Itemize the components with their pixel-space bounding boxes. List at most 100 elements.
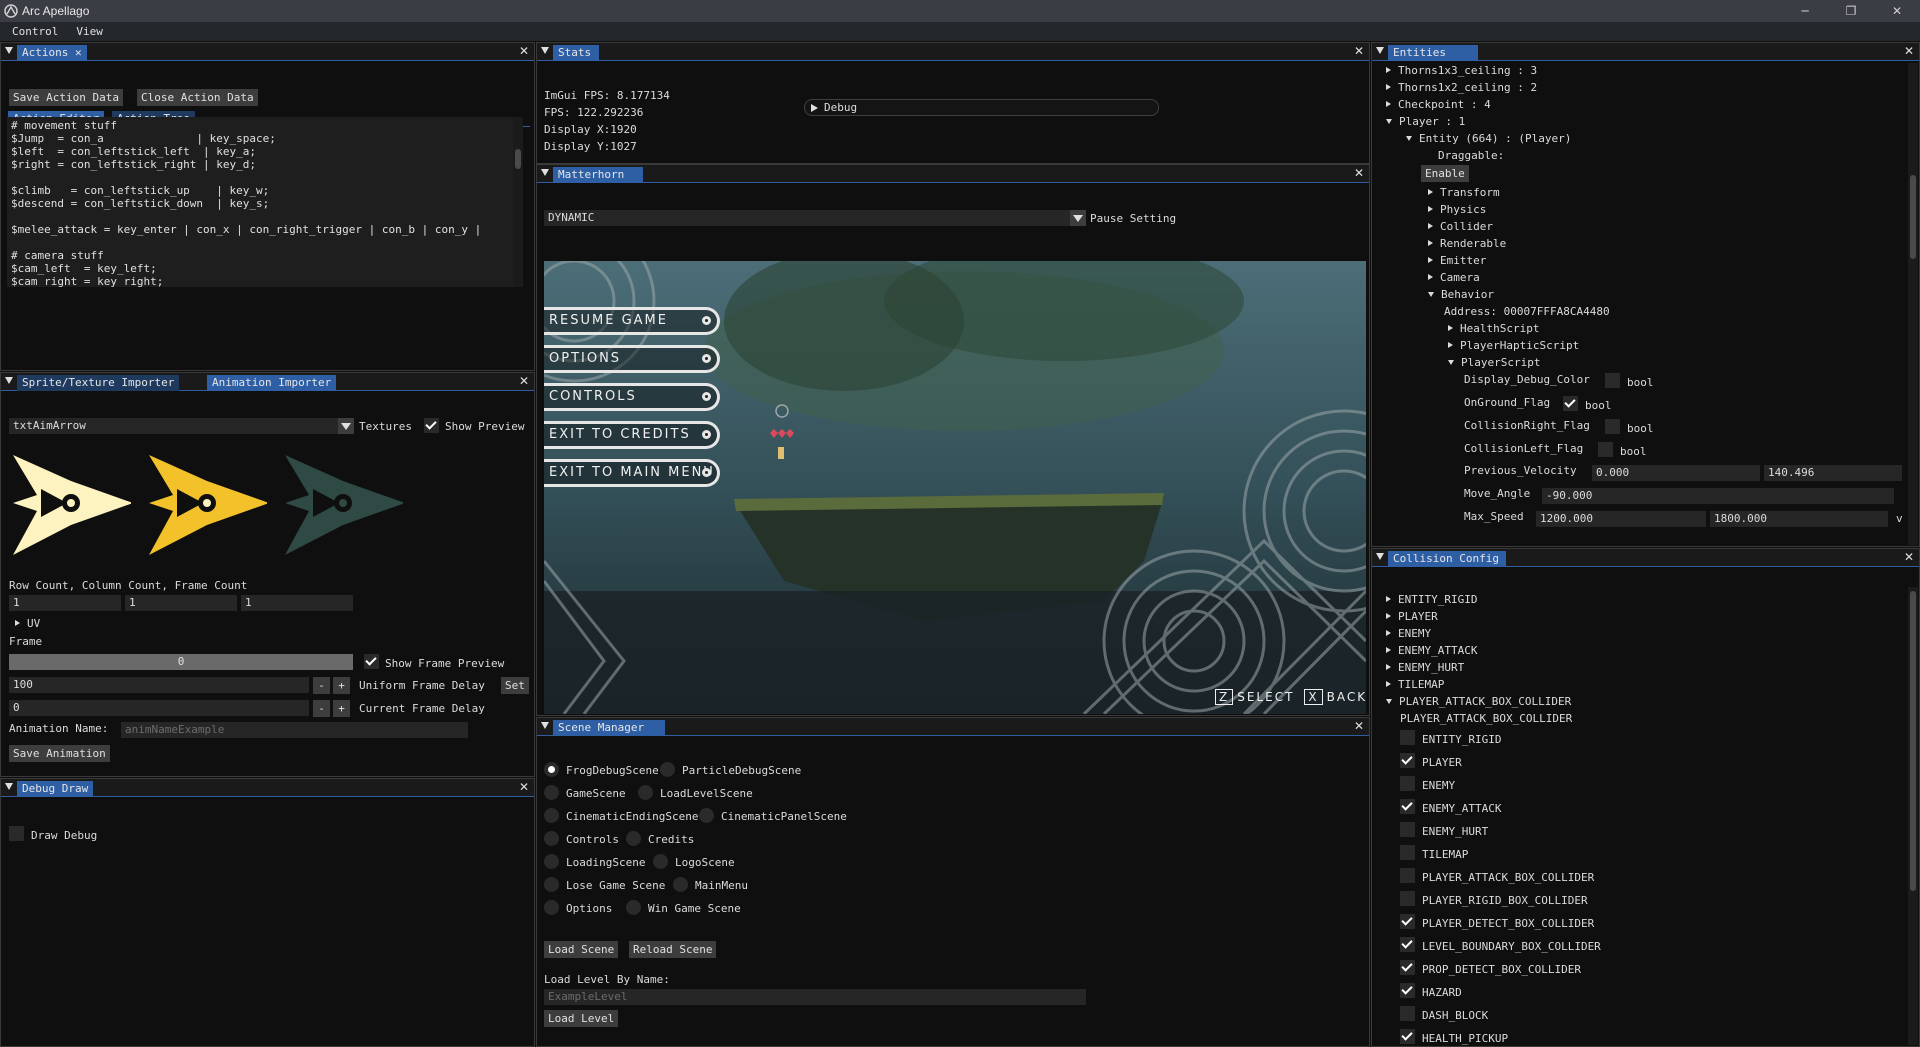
collapse-icon[interactable] [5, 47, 13, 54]
load-level-button[interactable]: Load Level [544, 1010, 619, 1027]
menu-control[interactable]: Control [12, 25, 58, 38]
restore-button[interactable]: ❐ [1828, 0, 1874, 22]
component-node[interactable]: Emitter [1428, 254, 1486, 267]
entity-tree-node[interactable]: Draggable: [1438, 149, 1504, 162]
behavior-node[interactable]: Behavior [1428, 288, 1494, 301]
uniform-delay-input[interactable]: 100 [9, 677, 309, 693]
level-name-input[interactable]: ExampleLevel [544, 989, 1086, 1005]
collision-mask-checkbox[interactable] [1400, 845, 1415, 860]
minimize-button[interactable]: ─ [1782, 0, 1828, 22]
collision-mask-checkbox[interactable] [1400, 730, 1415, 745]
row-count-input[interactable]: 1 [9, 595, 121, 611]
scene-radio[interactable] [544, 785, 559, 800]
resume-game-menu-item[interactable]: RESUME GAME [544, 307, 720, 335]
close-window-button[interactable]: ✕ [1874, 0, 1920, 22]
component-node[interactable]: Camera [1428, 271, 1480, 284]
set-button[interactable]: Set [501, 677, 529, 694]
entity-tree-node[interactable]: Player : 1 [1386, 115, 1465, 128]
bool-checkbox[interactable] [1563, 396, 1578, 411]
collision-mask-checkbox[interactable] [1400, 753, 1415, 768]
script-node[interactable]: PlayerHapticScript [1448, 339, 1579, 352]
entity-tree-node[interactable]: Thorns1x2_ceiling : 2 [1386, 81, 1537, 94]
max-speed-x-input[interactable]: 1200.000 [1536, 511, 1706, 527]
show-preview-checkbox[interactable] [424, 418, 439, 433]
collision-mask-checkbox[interactable] [1400, 799, 1415, 814]
code-scrollbar[interactable] [513, 117, 523, 287]
scene-radio[interactable] [626, 900, 641, 915]
update-mode-select[interactable]: DYNAMIC [544, 210, 1070, 226]
scene-radio[interactable] [544, 831, 559, 846]
collision-group-node[interactable]: TILEMAP [1386, 678, 1444, 691]
collapse-icon[interactable] [5, 783, 13, 790]
collapse-icon[interactable] [541, 722, 549, 729]
current-delay-input[interactable]: 0 [9, 700, 309, 716]
current-delay-minus-button[interactable]: - [313, 700, 330, 717]
entity-tree-node[interactable]: Checkpoint : 4 [1386, 98, 1491, 111]
action-code-editor[interactable]: # movement stuff $Jump = con_a | key_spa… [7, 117, 518, 287]
dropdown-arrow-icon[interactable] [338, 418, 354, 434]
column-count-input[interactable]: 1 [125, 595, 237, 611]
entity-tree-node[interactable]: Thorns1x3_ceiling : 3 [1386, 64, 1537, 77]
collision-group-node-open[interactable]: PLAYER_ATTACK_BOX_COLLIDER [1386, 695, 1571, 708]
scroll-thumb[interactable] [1910, 591, 1916, 891]
scene-radio[interactable] [660, 762, 675, 777]
close-action-data-button[interactable]: Close Action Data [137, 89, 258, 106]
close-panel-icon[interactable]: ✕ [1354, 719, 1364, 733]
uv-tree-node[interactable]: UV [15, 617, 40, 630]
collision-mask-checkbox[interactable] [1400, 937, 1415, 952]
collapse-icon[interactable] [541, 47, 549, 54]
close-panel-icon[interactable]: ✕ [1354, 44, 1364, 58]
collision-mask-checkbox[interactable] [1400, 983, 1415, 998]
collision-mask-checkbox[interactable] [1400, 822, 1415, 837]
component-node[interactable]: Renderable [1428, 237, 1506, 250]
scene-radio[interactable] [626, 831, 641, 846]
component-node[interactable]: Collider [1428, 220, 1493, 233]
scene-radio[interactable] [544, 854, 559, 869]
scene-radio[interactable] [673, 877, 688, 892]
exit-to-credits-menu-item[interactable]: EXIT TO CREDITS [544, 421, 720, 449]
collision-mask-checkbox[interactable] [1400, 1029, 1415, 1044]
draw-debug-checkbox[interactable] [9, 826, 24, 841]
collision-mask-checkbox[interactable] [1400, 914, 1415, 929]
close-tab-icon[interactable]: ✕ [75, 46, 82, 59]
show-frame-preview-checkbox[interactable] [364, 654, 379, 669]
scene-radio[interactable] [544, 808, 559, 823]
scene-radio[interactable] [638, 785, 653, 800]
tab-sprite-importer[interactable]: Sprite/Texture Importer [17, 375, 180, 391]
enable-button[interactable]: Enable [1421, 165, 1469, 182]
frame-count-input[interactable]: 1 [241, 595, 353, 611]
scroll-thumb[interactable] [1910, 175, 1916, 259]
collision-mask-checkbox[interactable] [1400, 960, 1415, 975]
frame-slider[interactable]: 0 [9, 654, 353, 670]
close-panel-icon[interactable]: ✕ [1354, 166, 1364, 180]
tab-collision-config[interactable]: Collision Config [1388, 551, 1506, 567]
collision-group-node[interactable]: ENEMY [1386, 627, 1431, 640]
max-speed-y-input[interactable]: 1800.000 [1710, 511, 1888, 527]
tab-stats[interactable]: Stats [553, 45, 599, 61]
close-panel-icon[interactable]: ✕ [1904, 550, 1914, 564]
collision-mask-checkbox[interactable] [1400, 1006, 1415, 1021]
reload-scene-button[interactable]: Reload Scene [629, 941, 717, 958]
debug-collapsible[interactable]: Debug [804, 99, 1159, 116]
current-delay-plus-button[interactable]: + [333, 700, 350, 717]
collapse-icon[interactable] [1376, 553, 1384, 560]
scene-radio[interactable] [699, 808, 714, 823]
dropdown-arrow-icon[interactable] [1070, 210, 1086, 226]
save-action-data-button[interactable]: Save Action Data [9, 89, 123, 106]
collapse-icon[interactable] [5, 377, 13, 384]
bool-checkbox[interactable] [1598, 442, 1613, 457]
tab-animation-importer[interactable]: Animation Importer [207, 375, 337, 391]
close-panel-icon[interactable]: ✕ [519, 374, 529, 388]
scene-radio[interactable] [653, 854, 668, 869]
texture-select[interactable]: txtAimArrow [9, 418, 339, 434]
collision-mask-checkbox[interactable] [1400, 776, 1415, 791]
move-angle-input[interactable]: -90.000 [1542, 488, 1894, 504]
tab-actions[interactable]: Actions ✕ [17, 45, 87, 61]
collision-group-node[interactable]: ENTITY_RIGID [1386, 593, 1477, 606]
previous-velocity-y-input[interactable]: 140.496 [1764, 465, 1902, 481]
component-node[interactable]: Transform [1428, 186, 1500, 199]
controls-menu-item[interactable]: CONTROLS [544, 383, 720, 411]
scene-radio[interactable] [544, 877, 559, 892]
options-menu-item[interactable]: OPTIONS [544, 345, 720, 373]
collision-mask-checkbox[interactable] [1400, 868, 1415, 883]
